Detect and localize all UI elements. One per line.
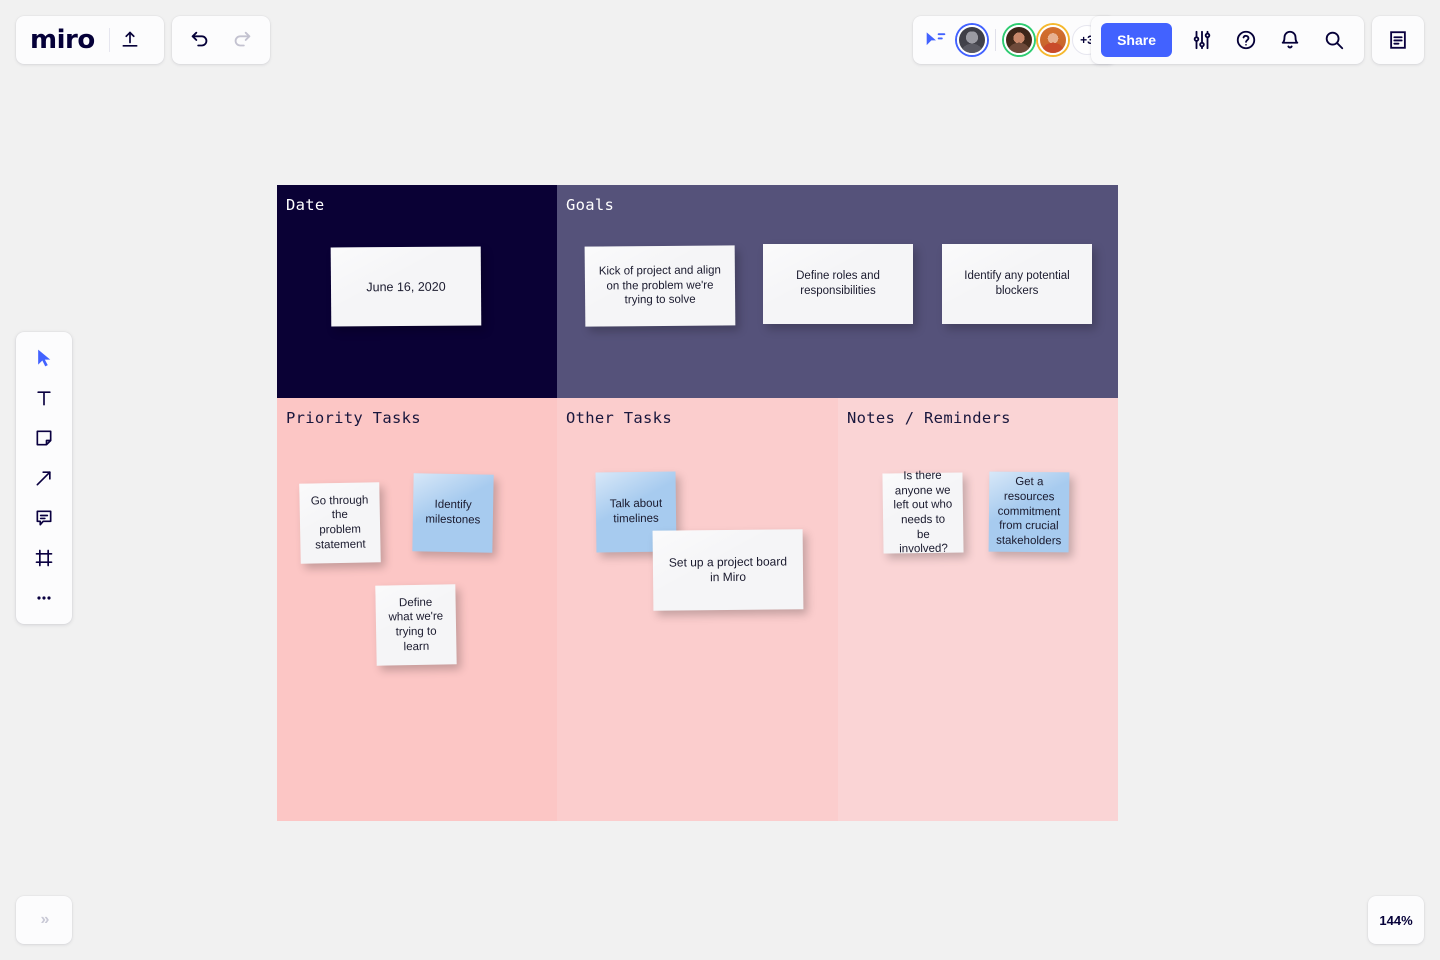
divider [995,29,996,51]
sticky-note-text: Define what we're trying to learn [388,596,444,653]
actions-toolbar-group: Share [1091,16,1364,64]
sticky-note-text: Identify any potential blockers [964,270,1070,297]
sticky-note-text: Set up a project board in Miro [668,554,788,585]
sticky-note[interactable]: Go through the problem statement [299,482,381,564]
undo-icon[interactable] [180,20,220,60]
share-button[interactable]: Share [1101,23,1172,57]
logo-toolbar-group: miro [16,16,164,64]
cursor-share-icon[interactable] [925,30,947,50]
sticky-note[interactable]: Define what we're trying to learn [375,584,457,666]
tool-rail [16,332,72,624]
sticky-note[interactable]: Define roles and responsibilities [763,244,913,324]
avatar-image [959,27,985,53]
sticky-note-text: Kick of project and align on the problem… [598,264,721,307]
comment-icon[interactable] [24,500,64,536]
avatar[interactable] [957,25,987,55]
double-chevron-right-icon: » [40,911,50,928]
sticky-note[interactable]: June 16, 2020 [330,246,482,327]
miro-app-window: miro +3 Share Date Goals Priority Tasks … [0,0,1440,960]
frame-icon[interactable] [24,540,64,576]
sticky-note-text: Get a resources commitment from crucial … [996,476,1062,548]
sliders-icon[interactable] [1182,20,1222,60]
miro-logo: miro [30,25,95,55]
question-circle-icon[interactable] [1226,20,1266,60]
avatar-image [1040,27,1066,53]
avatar-image [1006,27,1032,53]
panel-title: Priority Tasks [286,409,421,427]
cursor-icon[interactable] [24,340,64,376]
text-icon[interactable] [24,380,64,416]
board-canvas[interactable]: Date Goals Priority Tasks Other Tasks No… [277,185,1118,821]
sticky-note-text: Talk about timelines [609,497,663,526]
redo-icon[interactable] [222,20,262,60]
sticky-note-text: Is there anyone we left out who needs to… [893,469,953,556]
panel-notes-reminders[interactable]: Notes / Reminders [838,398,1118,821]
panel-title: Notes / Reminders [847,409,1011,427]
document-toolbar-group [1372,16,1424,64]
arrow-icon[interactable] [24,460,64,496]
ellipsis-icon[interactable] [24,580,64,616]
sticky-note[interactable]: Is there anyone we left out who needs to… [882,470,964,556]
sticky-note[interactable]: Kick of project and align on the problem… [584,245,736,327]
collapse-panel-button[interactable]: » [16,896,72,944]
panel-title: Date [286,196,325,214]
panel-title: Other Tasks [566,409,672,427]
sticky-note[interactable]: Identify milestones [412,473,494,553]
search-icon[interactable] [1314,20,1354,60]
document-icon[interactable] [1378,20,1418,60]
sticky-note-icon[interactable] [24,420,64,456]
bell-icon[interactable] [1270,20,1310,60]
sticky-note-text: Go through the problem statement [310,494,369,552]
panel-title: Goals [566,196,615,214]
sticky-note-text: Identify milestones [425,498,481,527]
avatar[interactable] [1004,25,1034,55]
sticky-note-text: June 16, 2020 [366,279,446,294]
collaborators-toolbar-group: +3 [913,16,1116,64]
zoom-level-button[interactable]: 144% [1368,896,1424,944]
sticky-note[interactable]: Get a resources commitment from crucial … [988,471,1070,553]
upload-icon[interactable] [110,20,150,60]
sticky-note[interactable]: Set up a project board in Miro [652,529,804,611]
sticky-note[interactable]: Identify any potential blockers [942,244,1092,324]
avatar-list: +3 [957,25,1102,55]
sticky-note-text: Define roles and responsibilities [796,270,880,297]
avatar[interactable] [1038,25,1068,55]
history-toolbar-group [172,16,270,64]
